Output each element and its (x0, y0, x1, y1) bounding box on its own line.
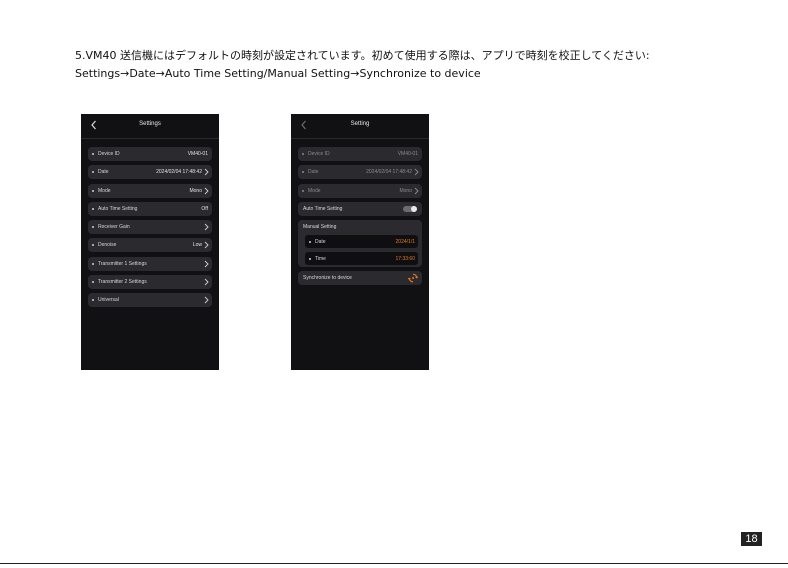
row-value: 2024/02/04 17:48:42 (156, 169, 202, 176)
chevron-right-icon (204, 296, 209, 304)
chevron-right-icon (204, 278, 209, 286)
row-date[interactable]: Date 2024/02/04 17:48:42 (88, 165, 212, 180)
bullet-icon (302, 171, 304, 174)
manual-setting-title: Manual Setting (303, 224, 337, 231)
row-value: VM40-01 (397, 151, 418, 157)
row-value: 2024/02/04 17:48:42 (366, 169, 412, 176)
row-device-id[interactable]: Device ID VM40-01 (298, 147, 422, 161)
row-value: VM40-01 (187, 151, 208, 157)
instruction-text: 5.VM40 送信機にはデフォルトの時刻が設定されています。初めて使用する際は、… (75, 47, 650, 83)
chevron-right-icon (204, 187, 209, 195)
instruction-line-1: 5.VM40 送信機にはデフォルトの時刻が設定されています。初めて使用する際は、… (75, 49, 650, 62)
row-mode[interactable]: Mode Mono (298, 183, 422, 198)
row-denoise[interactable]: Denoise Low (88, 238, 212, 253)
sync-icon[interactable] (408, 273, 418, 283)
bullet-icon (309, 240, 311, 243)
row-label: Date (315, 238, 326, 245)
row-auto-time-setting[interactable]: Auto Time Setting Off (88, 201, 212, 216)
row-transmitter-2-settings[interactable]: Transmitter 2 Settings (88, 275, 212, 290)
row-label: Date (308, 169, 319, 176)
row-universal[interactable]: Universal (88, 293, 212, 308)
row-label: Synchronize to device (303, 275, 352, 282)
bullet-icon (302, 153, 304, 155)
manual-time-row[interactable]: Time 17:33:60 (305, 252, 418, 266)
manual-date-value: 2024/1/1 (395, 238, 415, 245)
row-label: Auto Time Setting (98, 205, 138, 212)
instruction-line-2: Settings→Date→Auto Time Setting/Manual S… (75, 67, 481, 80)
row-label: Transmitter 1 Settings (98, 260, 147, 267)
row-value: Mono (189, 187, 202, 194)
chevron-right-icon (204, 223, 209, 231)
bullet-icon (92, 207, 94, 210)
row-value: Off (201, 205, 208, 212)
manual-time-value: 17:33:60 (395, 255, 415, 262)
row-label: Universal (98, 297, 119, 304)
screen-header: Settings (81, 114, 219, 139)
screen-title: Settings (139, 121, 161, 127)
row-device-id[interactable]: Device ID VM40-01 (88, 147, 212, 161)
synchronize-to-device-row[interactable]: Synchronize to device (298, 271, 422, 286)
chevron-right-icon (414, 187, 419, 195)
row-label: Device ID (98, 151, 120, 157)
chevron-right-icon (204, 168, 209, 176)
row-label: Time (315, 255, 326, 262)
row-value: Mono (399, 187, 412, 194)
manual-date-row[interactable]: Date 2024/1/1 (305, 235, 418, 249)
settings-list: Device ID VM40-01 Date 2024/02/04 17:48:… (298, 147, 422, 286)
row-label: Denoise (98, 242, 117, 249)
row-label: Device ID (308, 151, 330, 157)
bullet-icon (92, 262, 94, 265)
row-label: Receiver Gain (98, 224, 130, 231)
settings-list: Device ID VM40-01 Date 2024/02/04 17:48:… (88, 147, 212, 312)
row-mode[interactable]: Mode Mono (88, 183, 212, 198)
chevron-right-icon (204, 241, 209, 249)
row-label: Mode (98, 187, 111, 194)
bullet-icon (309, 257, 311, 260)
page-number: 18 (741, 532, 762, 546)
screen-header: Setting (291, 114, 429, 139)
bullet-icon (302, 189, 304, 192)
bullet-icon (92, 153, 94, 155)
settings-screen: Settings Device ID VM40-01 Date 2024/02/… (81, 114, 219, 370)
setting-screen-manual: Setting Device ID VM40-01 Date 2024/02/0… (291, 114, 429, 370)
bullet-icon (92, 281, 94, 284)
screen-title: Setting (350, 121, 370, 127)
footer-divider (0, 563, 788, 564)
bullet-icon (92, 299, 94, 302)
bullet-icon (92, 226, 94, 229)
bullet-icon (92, 244, 94, 247)
chevron-right-icon (204, 260, 209, 268)
row-label: Transmitter 2 Settings (98, 279, 147, 286)
row-auto-time-setting[interactable]: Auto Time Setting (298, 201, 422, 216)
row-value: Low (192, 242, 202, 249)
row-label: Date (98, 169, 109, 176)
chevron-right-icon (414, 168, 419, 176)
manual-setting-group: Manual Setting Date 2024/1/1 Time 17:33:… (298, 220, 422, 268)
row-label: Auto Time Setting (303, 205, 343, 212)
auto-time-toggle[interactable] (403, 205, 417, 212)
row-receiver-gain[interactable]: Receiver Gain (88, 220, 212, 235)
row-label: Mode (308, 187, 321, 194)
bullet-icon (92, 171, 94, 174)
row-date[interactable]: Date 2024/02/04 17:48:42 (298, 165, 422, 180)
bullet-icon (92, 189, 94, 192)
row-transmitter-1-settings[interactable]: Transmitter 1 Settings (88, 256, 212, 271)
